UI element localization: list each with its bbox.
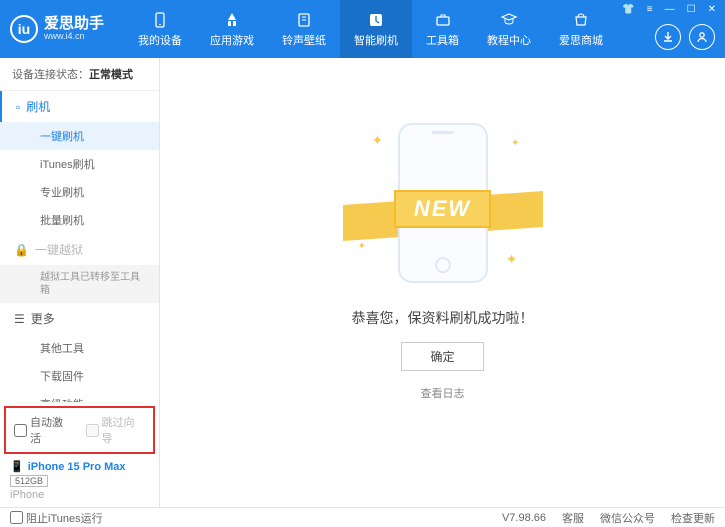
device-name[interactable]: 📱 iPhone 15 Pro Max	[10, 460, 149, 473]
ok-button[interactable]: 确定	[401, 342, 483, 371]
menu-batch-flash[interactable]: 批量刷机	[0, 206, 159, 234]
device-type: iPhone	[10, 489, 149, 501]
apps-icon	[223, 11, 241, 29]
nav-label: 我的设备	[138, 32, 182, 48]
device-info: 📱 iPhone 15 Pro Max 512GB iPhone	[0, 454, 159, 507]
top-nav: 我的设备 应用游戏 铃声壁纸 智能刷机 工具箱 教程中心 爱思商城	[124, 0, 617, 58]
check-update-link[interactable]: 检查更新	[671, 510, 715, 526]
window-controls: 👕 ≡ — ☐ ✕	[619, 4, 719, 15]
nav-tutorials[interactable]: 教程中心	[473, 0, 545, 58]
success-message: 恭喜您，保资料刷机成功啦！	[352, 308, 534, 328]
maximize-button[interactable]: ☐	[684, 4, 699, 15]
nav-my-device[interactable]: 我的设备	[124, 0, 196, 58]
view-log-link[interactable]: 查看日志	[421, 385, 465, 401]
sparkle-icon: ✦	[358, 241, 366, 252]
nav-toolbox[interactable]: 工具箱	[412, 0, 473, 58]
logo-url: www.i4.cn	[44, 32, 104, 42]
sparkle-icon: ✦	[511, 138, 519, 149]
success-illustration: ✦ ✦ ✦ ✦ NEW	[348, 118, 538, 288]
version-label: V7.98.66	[502, 512, 546, 524]
nav-flash[interactable]: 智能刷机	[340, 0, 412, 58]
phone-icon: 📱	[10, 460, 24, 473]
nav-ringtones[interactable]: 铃声壁纸	[268, 0, 340, 58]
skip-guide-checkbox[interactable]: 跳过向导	[86, 414, 146, 446]
options-highlight-box: 自动激活 跳过向导	[4, 406, 155, 454]
main-content: ✦ ✦ ✦ ✦ NEW 恭喜您，保资料刷机成功啦！ 确定 查看日志	[160, 58, 725, 507]
nav-label: 爱思商城	[559, 32, 603, 48]
lock-icon: 🔒	[14, 243, 29, 257]
store-icon	[572, 11, 590, 29]
sparkle-icon: ✦	[372, 132, 384, 149]
menu-advanced[interactable]: 高级功能	[0, 390, 159, 402]
logo-title: 爱思助手	[44, 16, 104, 33]
nav-store[interactable]: 爱思商城	[545, 0, 617, 58]
close-button[interactable]: ✕	[705, 4, 719, 15]
flash-icon	[367, 11, 385, 29]
menu-pro-flash[interactable]: 专业刷机	[0, 178, 159, 206]
app-logo: iu 爱思助手 www.i4.cn	[10, 15, 104, 43]
logo-icon: iu	[10, 15, 38, 43]
nav-label: 应用游戏	[210, 32, 254, 48]
menu-group-more[interactable]: ☰ 更多	[0, 303, 159, 334]
user-button[interactable]	[689, 24, 715, 50]
more-icon: ☰	[14, 312, 25, 326]
tutorial-icon	[500, 11, 518, 29]
device-icon	[151, 11, 169, 29]
ringtone-icon	[295, 11, 313, 29]
support-link[interactable]: 客服	[562, 510, 584, 526]
block-itunes-checkbox[interactable]: 阻止iTunes运行	[10, 510, 103, 526]
menu-group-flash[interactable]: ▫ 刷机	[0, 91, 159, 122]
menu-download-fw[interactable]: 下载固件	[0, 362, 159, 390]
connection-status: 设备连接状态：正常模式	[0, 58, 159, 91]
jailbreak-note: 越狱工具已转移至工具箱	[0, 265, 159, 303]
app-header: iu 爱思助手 www.i4.cn 我的设备 应用游戏 铃声壁纸 智能刷机 工具…	[0, 0, 725, 58]
nav-label: 教程中心	[487, 32, 531, 48]
auto-activate-checkbox[interactable]: 自动激活	[14, 414, 74, 446]
nav-label: 工具箱	[426, 32, 459, 48]
device-storage: 512GB	[10, 475, 48, 487]
menu-group-jailbreak[interactable]: 🔒 一键越狱	[0, 234, 159, 265]
download-button[interactable]	[655, 24, 681, 50]
menu-onekey-flash[interactable]: 一键刷机	[0, 122, 159, 150]
menu-itunes-flash[interactable]: iTunes刷机	[0, 150, 159, 178]
status-footer: 阻止iTunes运行 V7.98.66 客服 微信公众号 检查更新	[0, 507, 725, 527]
minimize-button[interactable]: —	[662, 4, 678, 15]
menu-button[interactable]: ≡	[644, 4, 656, 15]
sidebar: 设备连接状态：正常模式 ▫ 刷机 一键刷机 iTunes刷机 专业刷机 批量刷机…	[0, 58, 160, 507]
skin-button[interactable]: 👕	[619, 4, 637, 15]
nav-apps[interactable]: 应用游戏	[196, 0, 268, 58]
nav-label: 铃声壁纸	[282, 32, 326, 48]
new-ribbon: NEW	[394, 190, 491, 228]
wechat-link[interactable]: 微信公众号	[600, 510, 655, 526]
sparkle-icon: ✦	[506, 251, 518, 268]
nav-label: 智能刷机	[354, 32, 398, 48]
flash-group-icon: ▫	[16, 100, 20, 114]
toolbox-icon	[434, 11, 452, 29]
menu-other-tools[interactable]: 其他工具	[0, 334, 159, 362]
